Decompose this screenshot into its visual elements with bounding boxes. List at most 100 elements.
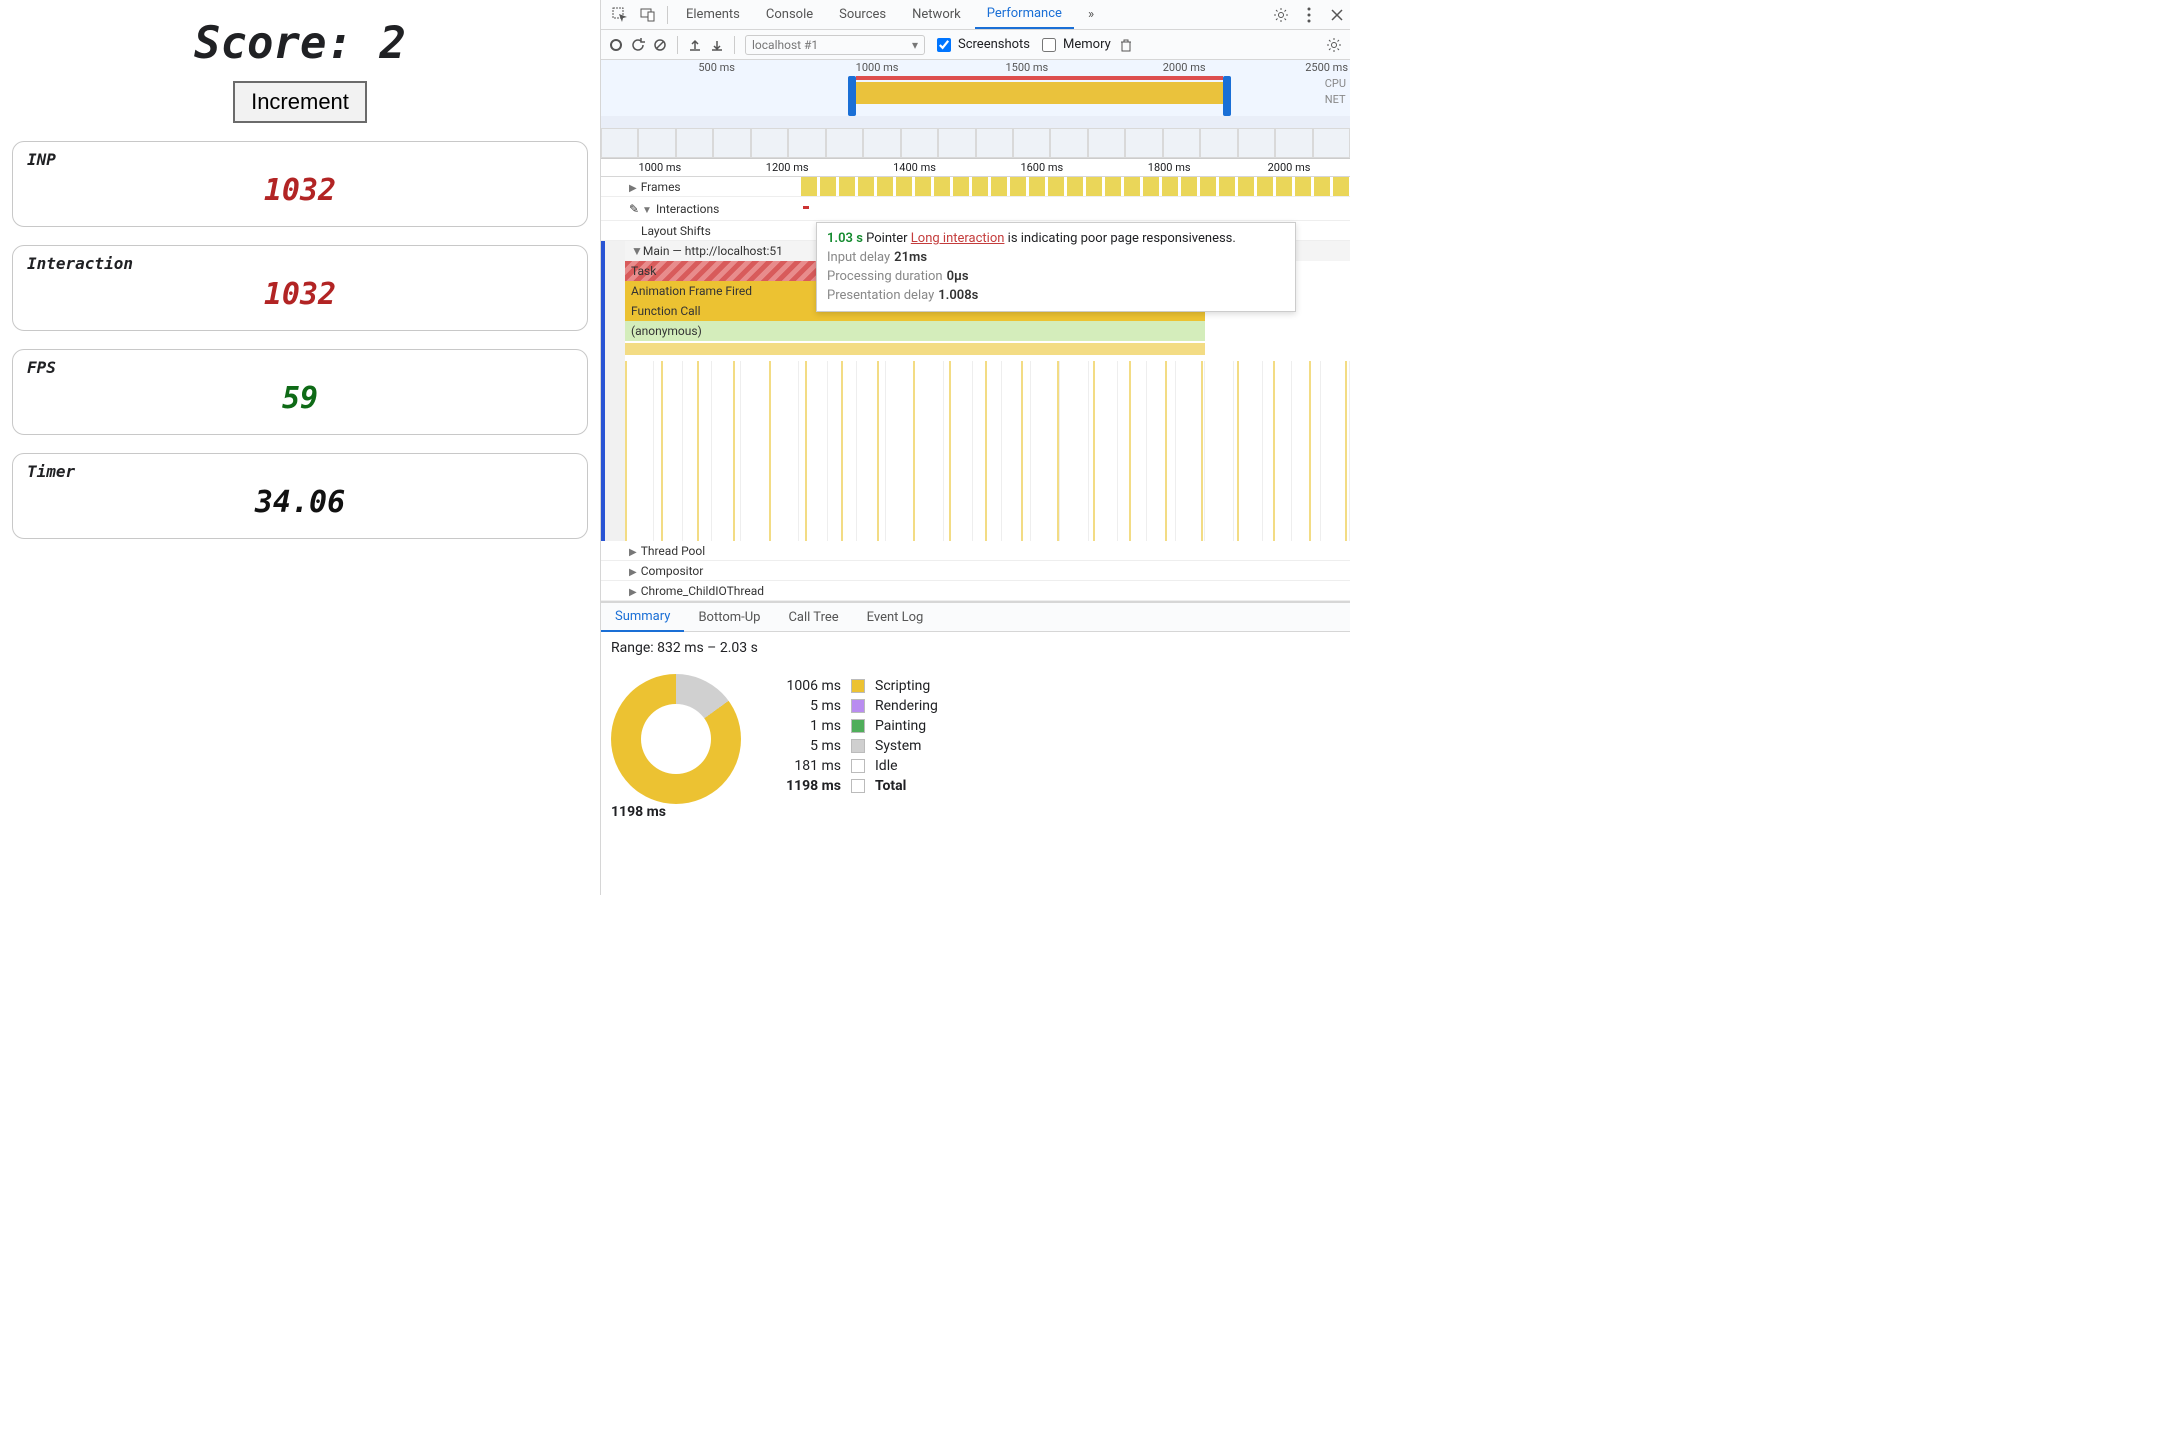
legend-name: Rendering <box>875 698 938 714</box>
ov-tick: 2500 ms <box>1305 61 1348 74</box>
tooltip-v0: 21ms <box>894 250 927 265</box>
perf-settings-icon[interactable] <box>1326 37 1342 53</box>
ov-tick: 500 ms <box>698 61 735 74</box>
tab-performance[interactable]: Performance <box>975 0 1074 29</box>
track-childio[interactable]: Chrome_ChildIOThread <box>641 584 764 598</box>
ov-cpu-label: CPU <box>1325 76 1346 92</box>
record-icon[interactable] <box>609 38 623 52</box>
flame-tick: 1800 ms <box>1148 161 1191 174</box>
legend-swatch <box>851 699 865 713</box>
flamegraph-area[interactable]: ▶Frames ✎ ▼Interactions Layout Shifts 1.… <box>601 177 1350 602</box>
legend-name: Painting <box>875 718 926 734</box>
summary-donut: 1198 ms <box>611 674 741 804</box>
legend-row: 5 msSystem <box>771 738 938 754</box>
screenshots-checkbox[interactable]: Screenshots <box>933 35 1030 55</box>
ov-tick: 1500 ms <box>1005 61 1048 74</box>
track-interactions[interactable]: Interactions <box>656 202 719 216</box>
card-value-inp: 1032 <box>27 173 573 208</box>
tab-sources[interactable]: Sources <box>827 1 898 28</box>
card-label-interaction: Interaction <box>27 254 573 273</box>
upload-icon[interactable] <box>688 38 702 52</box>
memory-label: Memory <box>1063 37 1111 52</box>
tab-bottomup[interactable]: Bottom-Up <box>684 604 774 631</box>
legend-swatch <box>851 719 865 733</box>
memory-checkbox-input[interactable] <box>1042 38 1056 52</box>
screenshots-label: Screenshots <box>958 37 1030 52</box>
legend-row: 1198 ms Total <box>771 778 938 794</box>
legend-ms: 1 ms <box>771 718 841 734</box>
card-value-timer: 34.06 <box>27 485 573 520</box>
flame-tick: 2000 ms <box>1268 161 1311 174</box>
tab-eventlog[interactable]: Event Log <box>853 604 938 631</box>
legend-name: Idle <box>875 758 898 774</box>
card-label-inp: INP <box>27 150 573 169</box>
increment-button[interactable]: Increment <box>233 81 367 123</box>
reload-record-icon[interactable] <box>631 38 645 52</box>
legend-swatch <box>851 759 865 773</box>
ov-net-label: NET <box>1325 92 1346 108</box>
summary-range: Range: 832 ms – 2.03 s <box>601 632 1350 664</box>
tab-network[interactable]: Network <box>900 1 973 28</box>
settings-icon[interactable] <box>1270 4 1292 26</box>
tooltip-link[interactable]: Long interaction <box>911 231 1005 246</box>
clear-icon[interactable] <box>653 38 667 52</box>
track-main[interactable]: Main — http://localhost:51 <box>643 244 783 258</box>
gc-icon[interactable] <box>1119 38 1133 52</box>
device-mode-icon[interactable] <box>637 4 659 26</box>
stack-task[interactable]: Task <box>631 264 656 278</box>
chevron-down-icon: ▾ <box>912 38 918 52</box>
tooltip-kind: Pointer <box>866 231 907 246</box>
overview-right-handle[interactable] <box>1223 76 1231 116</box>
legend-row: 1006 msScripting <box>771 678 938 694</box>
target-select-value: localhost #1 <box>752 38 818 52</box>
tooltip-rest: is indicating poor page responsiveness. <box>1008 231 1236 246</box>
tab-calltree[interactable]: Call Tree <box>774 604 852 631</box>
track-layout-shifts[interactable]: Layout Shifts <box>641 224 711 238</box>
track-compositor[interactable]: Compositor <box>641 564 704 578</box>
edit-icon[interactable]: ✎ <box>629 202 639 216</box>
legend-ms: 1198 ms <box>771 778 841 794</box>
screenshots-checkbox-input[interactable] <box>937 38 951 52</box>
target-select[interactable]: localhost #1 ▾ <box>745 35 925 55</box>
legend-row: 1 ms Painting <box>771 718 938 734</box>
overview-left-handle[interactable] <box>848 76 856 116</box>
download-icon[interactable] <box>710 38 724 52</box>
legend-ms: 181 ms <box>771 758 841 774</box>
tooltip-duration: 1.03 s <box>827 231 863 246</box>
tab-summary[interactable]: Summary <box>601 603 684 632</box>
screenshot-strip[interactable] <box>601 128 1350 158</box>
more-tabs-icon[interactable]: » <box>1076 1 1106 28</box>
card-inp: INP 1032 <box>12 141 588 227</box>
stack-af[interactable]: Animation Frame Fired <box>631 284 752 298</box>
memory-checkbox[interactable]: Memory <box>1038 35 1111 55</box>
card-fps: FPS 59 <box>12 349 588 435</box>
flame-tick: 1400 ms <box>893 161 936 174</box>
stack-anon[interactable]: (anonymous) <box>631 324 702 338</box>
stack-fc[interactable]: Function Call <box>631 304 701 318</box>
interaction-tooltip: 1.03 s Pointer Long interaction is indic… <box>816 222 1296 312</box>
summary-tabs: Summary Bottom-Up Call Tree Event Log <box>601 602 1350 632</box>
score-label: Score: <box>194 18 379 69</box>
close-icon[interactable] <box>1326 4 1348 26</box>
tooltip-k1: Processing duration <box>827 269 943 284</box>
legend-ms: 1006 ms <box>771 678 841 694</box>
legend-ms: 5 ms <box>771 738 841 754</box>
kebab-icon[interactable] <box>1298 4 1320 26</box>
ov-tick: 1000 ms <box>856 61 899 74</box>
card-interaction: Interaction 1032 <box>12 245 588 331</box>
tooltip-v2: 1.008s <box>938 288 978 303</box>
inspect-icon[interactable] <box>609 4 631 26</box>
overview-minimap[interactable]: 500 ms 1000 ms 1500 ms 2000 ms 2500 ms C… <box>601 60 1350 159</box>
tab-elements[interactable]: Elements <box>674 1 752 28</box>
legend-swatch <box>851 679 865 693</box>
card-timer: Timer 34.06 <box>12 453 588 539</box>
legend-name: Total <box>875 778 906 794</box>
track-frames[interactable]: Frames <box>641 180 681 194</box>
flame-ruler[interactable]: 1000 ms 1200 ms 1400 ms 1600 ms 1800 ms … <box>601 159 1350 177</box>
track-threadpool[interactable]: Thread Pool <box>641 544 705 558</box>
tab-console[interactable]: Console <box>754 1 825 28</box>
legend-ms: 5 ms <box>771 698 841 714</box>
tooltip-v1: 0µs <box>947 269 969 284</box>
summary-legend: 1006 msScripting 5 ms Rendering 1 ms Paintin… <box>771 674 938 804</box>
app-pane: Score: 2 Increment INP 1032 Interaction … <box>0 0 600 895</box>
